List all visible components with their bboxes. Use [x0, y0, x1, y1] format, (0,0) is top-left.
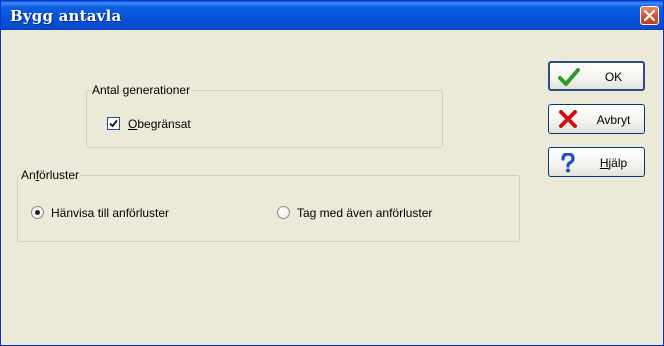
question-mark-icon — [561, 153, 575, 173]
dialog-window: Bygg antavla Antal generationer Obegräns… — [0, 0, 664, 346]
title-bar[interactable]: Bygg antavla — [1, 1, 663, 30]
include-radio-label[interactable]: Tag med även anförluster — [297, 206, 432, 220]
unlimited-label[interactable]: Obegränsat — [128, 117, 191, 131]
generations-legend: Antal generationer — [91, 83, 192, 97]
close-icon — [644, 10, 655, 21]
cancel-button[interactable]: Avbryt — [548, 104, 645, 134]
cancel-button-label: Avbryt — [596, 113, 631, 127]
refer-radio-label[interactable]: Hänvisa till anförluster — [51, 206, 169, 220]
checkmark-icon — [558, 68, 580, 86]
close-button[interactable] — [640, 6, 659, 25]
radio-selected-dot — [35, 210, 40, 215]
pedigree-collapse-legend: Anförluster — [20, 168, 81, 182]
ok-button-label: OK — [604, 70, 623, 84]
window-title: Bygg antavla — [10, 7, 122, 25]
ok-button[interactable]: OK — [548, 61, 645, 91]
include-radio[interactable] — [277, 206, 290, 219]
red-x-icon — [559, 110, 577, 128]
help-button-label: Hjälp — [599, 156, 628, 170]
help-button[interactable]: Hjälp — [548, 147, 645, 177]
checkmark-small-icon — [109, 119, 118, 128]
unlimited-checkbox[interactable] — [107, 117, 120, 130]
refer-radio[interactable] — [31, 206, 44, 219]
